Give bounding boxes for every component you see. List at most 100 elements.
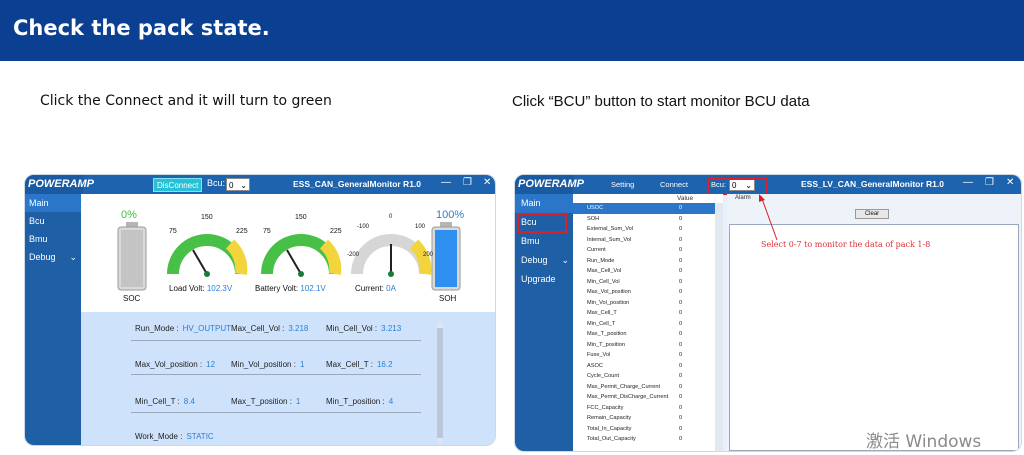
max-cell-t: Max_Cell_T :16.2	[326, 360, 393, 369]
table-row[interactable]: Fuse_Vol 0	[573, 350, 715, 361]
row-value: 0	[679, 310, 683, 316]
current-gauge	[351, 234, 432, 277]
soc-battery-icon	[117, 222, 147, 291]
alarm-label: Alarm	[735, 195, 751, 201]
table-row[interactable]: USOC 0	[573, 203, 715, 214]
sidebar-item-upgrade[interactable]: Upgrade	[515, 270, 573, 289]
min-cell-vol-label: Min_Cell_Vol :	[326, 324, 378, 333]
gauge-tick: 75	[169, 228, 177, 235]
sidebar-item-debug[interactable]: Debug ⌄	[515, 251, 573, 270]
table-row[interactable]: ASOC 0	[573, 361, 715, 372]
table-row[interactable]: Max_Cell_Vol 0	[573, 266, 715, 277]
minimize-icon[interactable]: —	[963, 177, 973, 188]
clear-button[interactable]: Clear	[855, 209, 889, 219]
vertical-scrollbar[interactable]	[437, 322, 443, 444]
row-name: ASOC	[587, 362, 603, 369]
title-bar: POWERAMP Setting Connect Bcu: 0 ⌄ ESS_LV…	[515, 175, 1021, 194]
sidebar-item-bmu[interactable]: Bmu	[515, 232, 573, 251]
sidebar-item-label: Debug	[521, 255, 548, 265]
title-bar: POWERAMP DisConnect Bcu: 0 ⌄ ESS_CAN_Gen…	[25, 175, 495, 194]
vertical-scrollbar[interactable]	[715, 203, 723, 451]
table-row[interactable]: Total_Out_Capacity 0	[573, 434, 715, 445]
sidebar-item-main[interactable]: Main	[25, 194, 81, 212]
minimize-icon[interactable]: —	[441, 177, 451, 188]
sidebar-item-main[interactable]: Main	[515, 194, 573, 213]
table-header: Value	[573, 194, 723, 203]
row-name: Internal_Sum_Vol	[587, 236, 632, 243]
instruction-right: Click “BCU” button to start monitor BCU …	[512, 93, 810, 110]
sidebar-item-bmu[interactable]: Bmu	[25, 230, 81, 248]
connect-button[interactable]: Connect	[660, 180, 688, 189]
max-cell-vol-value: 3.218	[288, 324, 309, 333]
max-cell-t-value: 16.2	[376, 360, 393, 369]
gauge-tick: 225	[236, 228, 248, 235]
table-row[interactable]: Min_Cell_T 0	[573, 319, 715, 330]
gauges-panel: 0% SOC 100% SOH 75 150 225 Load Volt: 10…	[81, 194, 495, 312]
row-name: Max_Cell_Vol	[587, 268, 622, 274]
table-row[interactable]: FCC_Capacity 0	[573, 403, 715, 414]
setting-button[interactable]: Setting	[611, 180, 634, 189]
gauge-tick: 150	[295, 214, 307, 221]
table-row[interactable]: Internal_Sum_Vol 0	[573, 235, 715, 246]
chevron-down-icon: ⌄	[240, 181, 247, 190]
row-value: 0	[679, 352, 683, 358]
disconnect-button[interactable]: DisConnect	[153, 178, 203, 192]
max-t-position: Max_T_position :1	[231, 397, 300, 406]
row-name: Max_Permit_DisCharge_Current	[587, 394, 669, 400]
table-row[interactable]: Max_Cell_T 0	[573, 308, 715, 319]
row-value: 0	[679, 257, 683, 264]
sidebar-item-label: Upgrade	[521, 274, 556, 284]
table-row[interactable]: Cycle_Count 0	[573, 371, 715, 382]
soc-label: SOC	[123, 294, 141, 303]
gauge-tick: 225	[330, 228, 342, 235]
row-name: Cycle_Count	[587, 373, 620, 379]
table-row[interactable]: Run_Mode 0	[573, 256, 715, 267]
row-name: Min_Vol_position	[587, 299, 630, 306]
load-volt-gauge	[167, 234, 248, 277]
close-icon[interactable]: ✕	[1006, 177, 1014, 188]
close-icon[interactable]: ✕	[483, 177, 491, 188]
instruction-left: Click the Connect and it will turn to gr…	[40, 93, 332, 109]
table-row[interactable]: Min_Vol_position 0	[573, 298, 715, 309]
row-value: 0	[679, 236, 683, 243]
run-mode-label: Run_Mode :	[135, 324, 179, 333]
restore-icon[interactable]: ❐	[985, 177, 994, 188]
divider	[131, 340, 421, 341]
row-value: 0	[679, 415, 683, 421]
table-row[interactable]: Min_Cell_Vol 0	[573, 277, 715, 288]
table-row[interactable]: SOH 0	[573, 214, 715, 225]
min-cell-vol-value: 3.213	[381, 324, 402, 333]
table-row[interactable]: Total_In_Capacity 0	[573, 424, 715, 435]
row-value: 0	[679, 289, 683, 295]
max-cell-vol-label: Max_Cell_Vol :	[231, 324, 285, 333]
scrollbar-thumb[interactable]	[437, 328, 443, 438]
sidebar-item-debug[interactable]: Debug ⌄	[25, 248, 81, 266]
sidebar-item-bcu[interactable]: Bcu	[25, 212, 81, 230]
table-row[interactable]: Min_T_position 0	[573, 340, 715, 351]
table-row[interactable]: Max_Permit_DisCharge_Current 0	[573, 392, 715, 403]
min-t-position-value: 4	[388, 397, 394, 406]
divider	[131, 374, 421, 375]
max-vol-position-label: Max_Vol_position :	[135, 360, 203, 369]
sidebar-item-label: Main	[29, 198, 49, 208]
row-value: 0	[679, 394, 683, 400]
table-row[interactable]: Max_T_position 0	[573, 329, 715, 340]
table-row[interactable]: Max_Permit_Charge_Current 0	[573, 382, 715, 393]
row-value: 0	[679, 436, 683, 442]
table-row[interactable]: Max_Vol_position 0	[573, 287, 715, 298]
row-name: Max_Permit_Charge_Current	[587, 383, 661, 390]
divider	[131, 412, 421, 413]
restore-icon[interactable]: ❐	[463, 177, 472, 188]
bcu-select[interactable]: 0 ⌄	[226, 178, 250, 191]
banner-title: Check the pack state.	[13, 16, 270, 40]
work-mode-label: Work_Mode :	[135, 432, 183, 441]
row-name: FCC_Capacity	[587, 404, 624, 411]
row-value: 0	[679, 299, 683, 306]
table-row[interactable]: Remain_Capacity 0	[573, 413, 715, 424]
banner: Check the pack state.	[0, 0, 1024, 61]
row-name: Max_T_position	[587, 331, 627, 337]
table-row[interactable]: External_Sum_Vol 0	[573, 224, 715, 235]
table-row[interactable]: Current 0	[573, 245, 715, 256]
row-name: Min_Cell_Vol	[587, 278, 620, 285]
windows-activation-watermark: 激活 Windows	[866, 432, 982, 452]
